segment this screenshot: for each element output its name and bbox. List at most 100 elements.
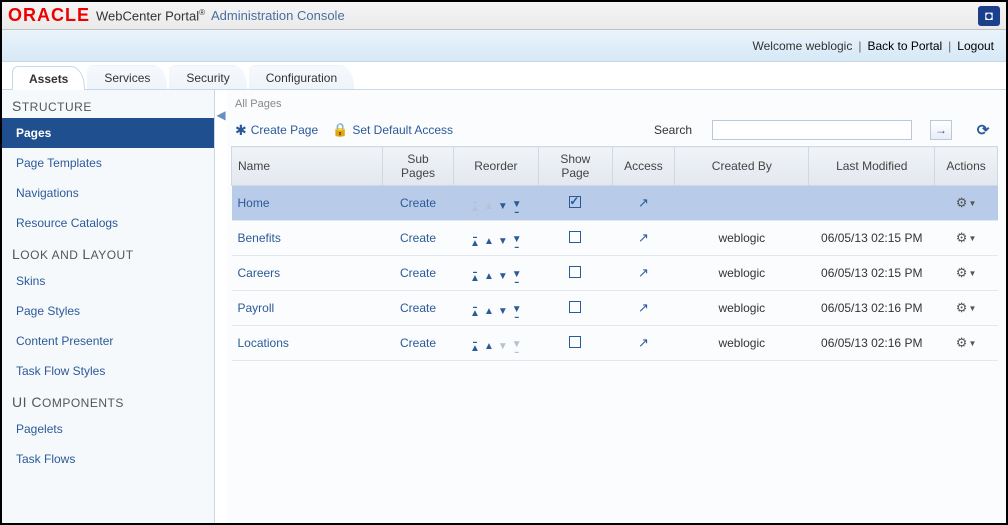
show-page-checkbox[interactable] bbox=[569, 196, 581, 208]
move-down-icon[interactable]: ▼ bbox=[498, 237, 508, 247]
welcome-text: Welcome weblogic bbox=[753, 39, 853, 53]
access-icon[interactable]: ↗ bbox=[638, 230, 649, 245]
col-name[interactable]: Name bbox=[232, 147, 383, 186]
move-bottom-icon[interactable]: ▼▬ bbox=[512, 270, 522, 284]
logout-link[interactable]: Logout bbox=[957, 39, 994, 53]
move-bottom-icon[interactable]: ▼▬ bbox=[512, 200, 522, 214]
move-top-icon[interactable]: ▬▲ bbox=[470, 305, 480, 319]
page-name-link[interactable]: Home bbox=[238, 196, 270, 210]
tab-services[interactable]: Services bbox=[87, 65, 167, 89]
access-icon[interactable]: ↗ bbox=[638, 300, 649, 315]
move-top-icon[interactable]: ▬▲ bbox=[470, 200, 480, 214]
row-actions-menu[interactable]: ⚙▼ bbox=[956, 195, 977, 211]
access-icon[interactable]: ↗ bbox=[638, 265, 649, 280]
sidebar-item-page-styles[interactable]: Page Styles bbox=[2, 296, 214, 326]
set-default-access-label: Set Default Access bbox=[352, 123, 453, 137]
content-area: Structure Pages Page Templates Navigatio… bbox=[2, 90, 1006, 523]
sidebar-item-task-flow-styles[interactable]: Task Flow Styles bbox=[2, 356, 214, 386]
access-icon[interactable]: ↗ bbox=[638, 195, 649, 210]
search-go-button[interactable]: → bbox=[930, 120, 952, 140]
sidebar-collapse-handle[interactable]: ◀ bbox=[215, 90, 227, 523]
sidebar-item-pagelets[interactable]: Pagelets bbox=[2, 414, 214, 444]
move-top-icon[interactable]: ▬▲ bbox=[470, 235, 480, 249]
table-row[interactable]: LocationsCreate▬▲▲▼▼▬↗weblogic06/05/13 0… bbox=[232, 326, 998, 361]
col-lastmodified[interactable]: Last Modified bbox=[809, 147, 935, 186]
move-up-icon[interactable]: ▲ bbox=[484, 307, 494, 317]
sidebar-item-navigations[interactable]: Navigations bbox=[2, 178, 214, 208]
move-bottom-icon[interactable]: ▼▬ bbox=[512, 235, 522, 249]
tab-assets[interactable]: Assets bbox=[12, 66, 85, 90]
gear-icon: ⚙ bbox=[956, 195, 968, 211]
col-actions[interactable]: Actions bbox=[935, 147, 998, 186]
col-showpage[interactable]: Show Page bbox=[539, 147, 613, 186]
separator: | bbox=[948, 39, 951, 53]
created-by-cell bbox=[675, 186, 809, 221]
row-actions-menu[interactable]: ⚙▼ bbox=[956, 335, 977, 351]
show-page-checkbox[interactable] bbox=[569, 301, 581, 313]
show-page-checkbox[interactable] bbox=[569, 266, 581, 278]
create-subpage-link[interactable]: Create bbox=[400, 196, 436, 210]
table-row[interactable]: PayrollCreate▬▲▲▼▼▬↗weblogic06/05/13 02:… bbox=[232, 291, 998, 326]
table-row[interactable]: Home Create ▬▲ ▲ ▼ ▼▬ ↗ ⚙▼ bbox=[232, 186, 998, 221]
tab-configuration[interactable]: Configuration bbox=[249, 65, 354, 89]
page-name-link[interactable]: Locations bbox=[238, 336, 289, 350]
set-default-access-button[interactable]: 🔒 Set Default Access bbox=[332, 122, 453, 138]
product-brand-icon[interactable]: ◘ bbox=[978, 6, 1000, 26]
show-page-checkbox[interactable] bbox=[569, 336, 581, 348]
created-by-cell: weblogic bbox=[675, 221, 809, 256]
sidebar-section-ui-components: UI Components bbox=[2, 386, 214, 414]
create-subpage-link[interactable]: Create bbox=[400, 231, 436, 245]
chevron-down-icon: ▼ bbox=[968, 304, 976, 313]
tab-security[interactable]: Security bbox=[169, 65, 246, 89]
move-up-icon[interactable]: ▲ bbox=[484, 202, 494, 212]
move-down-icon[interactable]: ▼ bbox=[498, 307, 508, 317]
sidebar-item-pages[interactable]: Pages bbox=[2, 118, 214, 148]
row-actions-menu[interactable]: ⚙▼ bbox=[956, 265, 977, 281]
page-name-link[interactable]: Payroll bbox=[238, 301, 275, 315]
move-down-icon[interactable]: ▼ bbox=[498, 272, 508, 282]
gear-icon: ⚙ bbox=[956, 230, 968, 246]
search-input[interactable] bbox=[712, 120, 912, 140]
create-subpage-link[interactable]: Create bbox=[400, 266, 436, 280]
move-down-icon[interactable]: ▼ bbox=[498, 342, 508, 352]
sidebar-item-skins[interactable]: Skins bbox=[2, 266, 214, 296]
page-name-link[interactable]: Careers bbox=[238, 266, 281, 280]
move-bottom-icon[interactable]: ▼▬ bbox=[512, 305, 522, 319]
row-actions-menu[interactable]: ⚙▼ bbox=[956, 230, 977, 246]
col-createdby[interactable]: Created By bbox=[675, 147, 809, 186]
chevron-down-icon: ▼ bbox=[968, 234, 976, 243]
access-icon[interactable]: ↗ bbox=[638, 335, 649, 350]
refresh-button[interactable]: ⟳ bbox=[972, 120, 994, 140]
move-up-icon[interactable]: ▲ bbox=[484, 272, 494, 282]
move-top-icon[interactable]: ▬▲ bbox=[470, 270, 480, 284]
chevron-down-icon: ▼ bbox=[968, 339, 976, 348]
sidebar-section-structure: Structure bbox=[2, 90, 214, 118]
last-modified-cell bbox=[809, 186, 935, 221]
sidebar: Structure Pages Page Templates Navigatio… bbox=[2, 90, 215, 523]
sidebar-item-task-flows[interactable]: Task Flows bbox=[2, 444, 214, 474]
sidebar-item-page-templates[interactable]: Page Templates bbox=[2, 148, 214, 178]
col-access[interactable]: Access bbox=[612, 147, 675, 186]
table-row[interactable]: Benefits Create ▬▲ ▲ ▼ ▼▬ ↗ weblogic06/05/13 02… bbox=[232, 221, 998, 256]
sidebar-item-content-presenter[interactable]: Content Presenter bbox=[2, 326, 214, 356]
create-subpage-link[interactable]: Create bbox=[400, 336, 436, 350]
show-page-checkbox[interactable] bbox=[569, 231, 581, 243]
row-actions-menu[interactable]: ⚙▼ bbox=[956, 300, 977, 316]
move-down-icon[interactable]: ▼ bbox=[498, 202, 508, 212]
main-panel: All Pages ✱ Create Page 🔒 Set Default Ac… bbox=[227, 90, 1006, 523]
table-row[interactable]: CareersCreate▬▲▲▼▼▬↗weblogic06/05/13 02:… bbox=[232, 256, 998, 291]
page-name-link[interactable]: Benefits bbox=[238, 231, 281, 245]
col-subpages[interactable]: Sub Pages bbox=[383, 147, 453, 186]
product-name: WebCenter Portal® bbox=[96, 8, 205, 23]
col-reorder[interactable]: Reorder bbox=[453, 147, 538, 186]
create-subpage-link[interactable]: Create bbox=[400, 301, 436, 315]
move-up-icon[interactable]: ▲ bbox=[484, 237, 494, 247]
move-bottom-icon[interactable]: ▼▬ bbox=[512, 340, 522, 354]
page-subtitle: Administration Console bbox=[211, 8, 345, 23]
create-page-button[interactable]: ✱ Create Page bbox=[235, 122, 318, 139]
move-up-icon[interactable]: ▲ bbox=[484, 342, 494, 352]
sidebar-item-resource-catalogs[interactable]: Resource Catalogs bbox=[2, 208, 214, 238]
last-modified-cell: 06/05/13 02:15 PM bbox=[809, 221, 935, 256]
back-to-portal-link[interactable]: Back to Portal bbox=[867, 39, 942, 53]
move-top-icon[interactable]: ▬▲ bbox=[470, 340, 480, 354]
